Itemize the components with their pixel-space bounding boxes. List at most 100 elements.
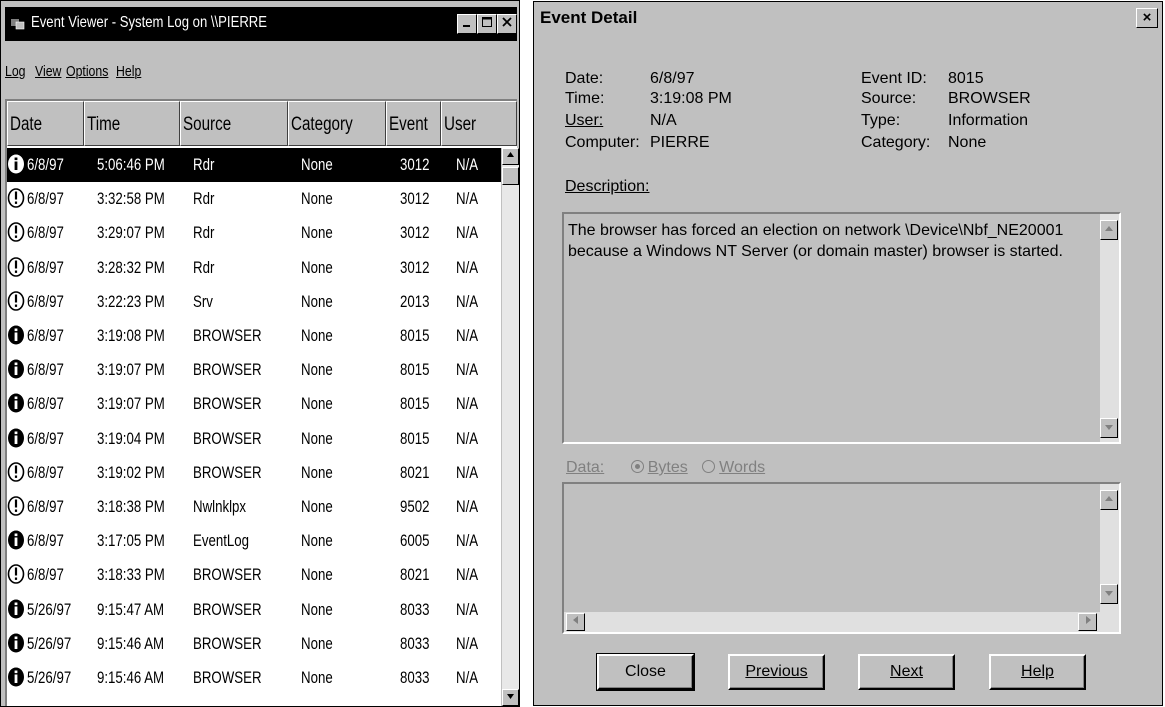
information-icon (8, 599, 24, 619)
arrow-up-icon (1105, 496, 1113, 501)
table-row[interactable]: 6/8/97 3:18:33 PM BROWSER None 8021 N/A (7, 558, 501, 592)
event-detail-titlebar[interactable]: Event Detail × (534, 2, 1162, 34)
table-row[interactable]: 6/8/97 3:32:58 PM Rdr None 3012 N/A (7, 182, 501, 216)
previous-button[interactable]: Previous (728, 654, 825, 690)
table-row[interactable]: 6/8/97 3:19:08 PM BROWSER None 8015 N/A (7, 319, 501, 353)
date-value: 6/8/97 (650, 70, 695, 87)
window-close-button[interactable] (497, 14, 517, 34)
dialog-close-button[interactable]: × (1136, 8, 1158, 28)
cell-date: 6/8/97 (27, 462, 64, 482)
warning-icon (7, 256, 25, 277)
cell-category: None (301, 599, 333, 619)
cell-time: 3:28:32 PM (97, 257, 165, 277)
computer-value: PIERRE (650, 134, 710, 151)
cell-date: 5/26/97 (27, 668, 72, 687)
event-list[interactable]: Date Time Source Category Event User 6/8… (5, 99, 519, 706)
table-row[interactable]: 6/8/97 3:17:05 PM EventLog None 6005 N/A (7, 524, 501, 558)
data-vertical-scrollbar[interactable] (1100, 484, 1119, 632)
table-row[interactable]: 6/8/97 3:28:32 PM Rdr None 3012 N/A (7, 251, 501, 285)
scroll-down-button[interactable] (502, 689, 519, 706)
table-row[interactable]: 5/26/97 9:15:47 AM BROWSER None 8033 N/A (7, 593, 501, 627)
data-scroll-left-button[interactable] (566, 613, 585, 631)
event-detail-dialog: Event Detail × Date: 6/8/97 Time: 3:19:0… (533, 1, 1163, 706)
minimize-button[interactable] (457, 14, 477, 34)
menu-help[interactable]: Help (116, 63, 142, 81)
next-button-label: Next (890, 663, 923, 680)
description-scroll-up-button[interactable] (1100, 220, 1118, 240)
cell-event: 6005 (400, 531, 430, 551)
table-row[interactable]: 6/8/97 5:06:46 PM Rdr None 3012 N/A (7, 148, 501, 182)
close-button[interactable]: Close (596, 653, 695, 691)
bytes-radio[interactable] (630, 460, 644, 473)
event-viewer-title: Event Viewer - System Log on \\PIERRE (31, 14, 268, 31)
event-list-scrollbar[interactable] (501, 148, 519, 706)
description-scrollbar[interactable] (1100, 214, 1119, 442)
table-row[interactable]: 5/26/97 9:15:46 AM BROWSER None 8033 N/A (7, 661, 501, 695)
data-scroll-up-button[interactable] (1100, 490, 1118, 510)
category-value: None (948, 134, 987, 151)
column-header-time[interactable]: Time (84, 101, 180, 146)
computer-label: Computer: (565, 134, 640, 151)
cell-source: Rdr (193, 223, 215, 243)
cell-date: 6/8/97 (27, 565, 64, 585)
description-scroll-down-button[interactable] (1100, 418, 1118, 438)
menu-view[interactable]: View (35, 63, 61, 81)
column-header-date[interactable]: Date (7, 101, 84, 146)
table-row[interactable]: 6/8/97 3:22:23 PM Srv None 2013 N/A (7, 285, 501, 319)
column-header-event[interactable]: Event (386, 101, 441, 146)
cell-user: N/A (456, 326, 479, 345)
table-row[interactable]: 5/26/97 9:15:46 AM BROWSER None 8033 N/A (7, 627, 501, 661)
cell-date: 6/8/97 (27, 223, 64, 243)
words-radio[interactable] (702, 460, 716, 473)
column-header-user[interactable]: User (441, 101, 517, 146)
menubar: Log View Options Help (5, 63, 142, 85)
cell-event: 3012 (400, 155, 430, 174)
column-header-category[interactable]: Category (288, 101, 386, 146)
information-icon (8, 667, 24, 687)
cell-time: 3:22:23 PM (97, 291, 165, 311)
event-viewer-titlebar[interactable]: Event Viewer - System Log on \\PIERRE (5, 7, 517, 41)
column-headers: Date Time Source Category Event User (7, 101, 517, 146)
help-button[interactable]: Help (989, 654, 1086, 690)
next-button[interactable]: Next (858, 654, 955, 690)
cell-date: 6/8/97 (27, 189, 64, 209)
description-label: Description: (565, 178, 650, 195)
scroll-up-button[interactable] (502, 148, 519, 165)
close-button-label: Close (625, 663, 666, 680)
table-row[interactable]: 6/8/97 3:18:38 PM Nwlnklpx None 9502 N/A (7, 490, 501, 524)
cell-event: 8033 (400, 668, 430, 687)
cell-event: 3012 (400, 223, 430, 243)
cell-user: N/A (456, 155, 479, 174)
scroll-thumb[interactable] (502, 167, 519, 185)
data-box[interactable] (562, 482, 1121, 634)
cell-source: EventLog (193, 531, 250, 551)
menu-log-label: Log (5, 63, 26, 80)
cell-user: N/A (456, 565, 479, 585)
information-icon (8, 154, 24, 174)
time-value: 3:19:08 PM (650, 90, 732, 107)
cell-time: 3:32:58 PM (97, 189, 165, 209)
data-scroll-right-button[interactable] (1078, 613, 1097, 631)
cell-event: 8015 (400, 360, 430, 380)
cell-time: 5:06:46 PM (97, 155, 165, 174)
column-header-source[interactable]: Source (180, 101, 288, 146)
table-row[interactable]: 6/8/97 3:19:07 PM BROWSER None 8015 N/A (7, 353, 501, 387)
words-radio-label: Words (719, 459, 766, 476)
cell-source: BROWSER (193, 360, 262, 380)
table-row[interactable]: 6/8/97 3:29:07 PM Rdr None 3012 N/A (7, 216, 501, 250)
menu-options[interactable]: Options (66, 63, 112, 81)
data-horizontal-scrollbar[interactable] (564, 612, 1100, 632)
data-scroll-down-button[interactable] (1100, 584, 1118, 604)
information-icon (8, 325, 24, 345)
cell-event: 8021 (400, 462, 430, 482)
cell-user: N/A (456, 497, 479, 516)
maximize-button[interactable] (477, 14, 497, 34)
table-row[interactable]: 6/8/97 3:19:07 PM BROWSER None 8015 N/A (7, 387, 501, 421)
menu-log[interactable]: Log (5, 63, 31, 81)
table-row[interactable]: 6/8/97 3:19:04 PM BROWSER None 8015 N/A (7, 422, 501, 456)
cell-category: None (301, 428, 333, 448)
table-row[interactable]: 6/8/97 3:19:02 PM BROWSER None 8021 N/A (7, 456, 501, 490)
menu-help-label: Help (116, 63, 142, 80)
description-box[interactable]: The browser has forced an election on ne… (562, 212, 1121, 444)
arrow-up-icon (507, 152, 514, 157)
